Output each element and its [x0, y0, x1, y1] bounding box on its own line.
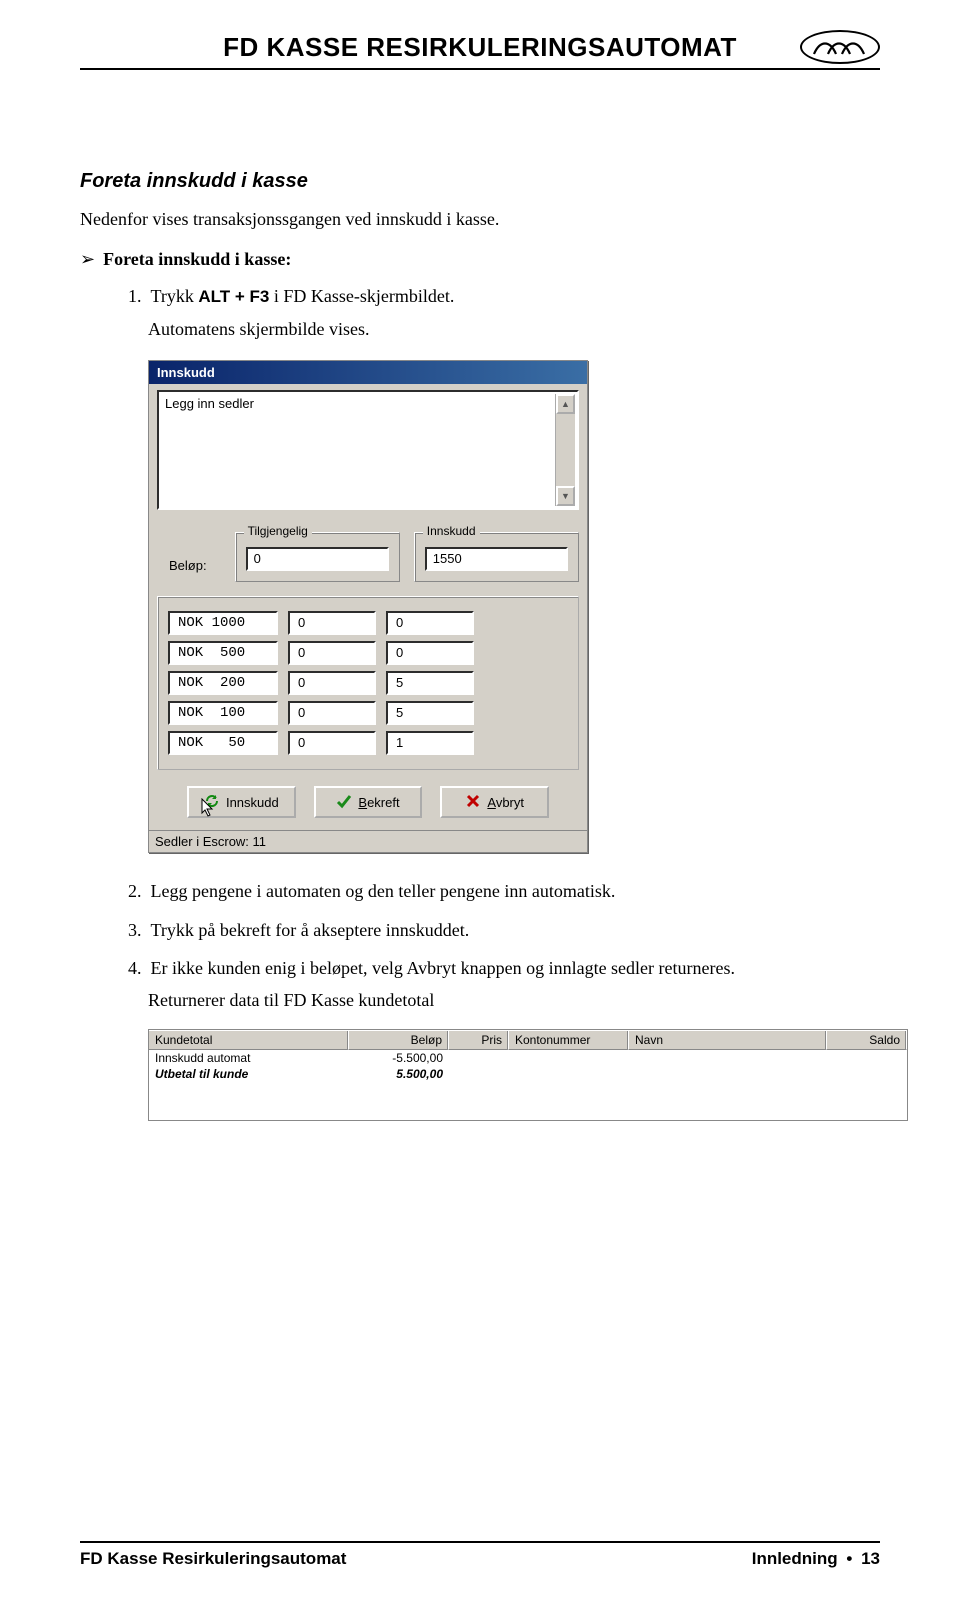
cell-desc: Innskudd automat — [149, 1051, 349, 1065]
step4-text: Er ikke kunden enig i beløpet, velg Avbr… — [151, 958, 736, 978]
footer-section: Innledning — [752, 1549, 838, 1568]
step1-sub: Automatens skjermbilde vises. — [80, 319, 880, 340]
denom-row: NOK 1000 0 0 — [168, 611, 568, 635]
bullet-icon: • — [846, 1549, 852, 1568]
step1-key: ALT + F3 — [198, 287, 269, 306]
denom-label: NOK 100 — [168, 701, 278, 725]
cell-amount: -5.500,00 — [349, 1051, 449, 1065]
denom-label: NOK 1000 — [168, 611, 278, 635]
refresh-icon — [204, 793, 220, 812]
denom-dep[interactable]: 5 — [386, 701, 474, 725]
step4-sub: Returnerer data til FD Kasse kundetotal — [80, 990, 880, 1011]
scrollbar[interactable]: ▲ ▼ — [555, 394, 575, 506]
textarea-content: Legg inn sedler — [165, 396, 254, 411]
step1-post: i FD Kasse-skjermbildet. — [269, 286, 454, 306]
denom-row: NOK 500 0 0 — [168, 641, 568, 665]
denom-dep[interactable]: 1 — [386, 731, 474, 755]
footer-left: FD Kasse Resirkuleringsautomat — [80, 1549, 346, 1569]
cell-desc: Utbetal til kunde — [149, 1067, 349, 1081]
bekreft-button-label: Bekreft — [358, 795, 399, 810]
footer-right: Innledning • 13 — [752, 1549, 880, 1569]
scroll-down-icon[interactable]: ▼ — [556, 486, 575, 506]
scroll-up-icon[interactable]: ▲ — [556, 394, 575, 414]
innskudd-button[interactable]: Innskudd — [187, 786, 296, 818]
denom-avail[interactable]: 0 — [288, 641, 376, 665]
table-header-row: Kundetotal Beløp Pris Kontonummer Navn S… — [149, 1030, 907, 1050]
innskudd-button-label: Innskudd — [226, 795, 279, 810]
fieldset-tilgjengelig-label: Tilgjengelig — [244, 524, 312, 538]
denom-avail[interactable]: 0 — [288, 731, 376, 755]
page-header: FD KASSE RESIRKULERINGSAUTOMAT — [80, 30, 880, 70]
avbryt-button[interactable]: Avbryt — [440, 786, 549, 818]
status-bar: Sedler i Escrow: 11 — [149, 830, 587, 852]
step-3: 3. Trykk på bekreft for å akseptere inns… — [80, 918, 880, 942]
dialog-titlebar: Innskudd — [149, 361, 587, 384]
step1-pre: Trykk — [151, 286, 199, 306]
denom-label: NOK 50 — [168, 731, 278, 755]
innskudd-field[interactable]: 1550 — [425, 547, 568, 571]
kundetotal-table: Kundetotal Beløp Pris Kontonummer Navn S… — [148, 1029, 908, 1121]
page-footer: FD Kasse Resirkuleringsautomat Innlednin… — [80, 1541, 880, 1569]
table-row: Innskudd automat -5.500,00 — [149, 1050, 907, 1066]
step-1: 1. Trykk ALT + F3 i FD Kasse-skjermbilde… — [80, 284, 880, 309]
table-row: Utbetal til kunde 5.500,00 — [149, 1066, 907, 1082]
denom-label: NOK 500 — [168, 641, 278, 665]
bekreft-button[interactable]: Bekreft — [314, 786, 423, 818]
bullet-row: ➢ Foreta innskudd i kasse: — [80, 249, 880, 270]
footer-page: 13 — [861, 1549, 880, 1568]
step-2: 2. Legg pengene i automaten og den telle… — [80, 879, 880, 903]
col-kundetotal[interactable]: Kundetotal — [149, 1030, 349, 1050]
col-navn[interactable]: Navn — [629, 1030, 827, 1050]
check-icon — [336, 793, 352, 812]
denom-avail[interactable]: 0 — [288, 671, 376, 695]
cell — [629, 1051, 827, 1065]
denom-row: NOK 100 0 5 — [168, 701, 568, 725]
bullet-text: Foreta innskudd i kasse: — [103, 249, 291, 270]
avbryt-button-label: Avbryt — [487, 795, 524, 810]
col-saldo[interactable]: Saldo — [827, 1030, 907, 1050]
innskudd-dialog: Innskudd Legg inn sedler ▲ ▼ Beløp: Tilg… — [148, 360, 588, 853]
denom-avail[interactable]: 0 — [288, 611, 376, 635]
intro-text: Nedenfor vises transaksjonssgangen ved i… — [80, 207, 880, 231]
brand-logo — [800, 30, 880, 64]
denomination-group: NOK 1000 0 0 NOK 500 0 0 NOK 200 0 5 NOK… — [157, 596, 579, 770]
step3-text: Trykk på bekreft for å akseptere innskud… — [151, 920, 470, 940]
message-textarea[interactable]: Legg inn sedler ▲ ▼ — [157, 390, 579, 510]
col-pris[interactable]: Pris — [449, 1030, 509, 1050]
step2-text: Legg pengene i automaten og den teller p… — [151, 881, 616, 901]
denom-row: NOK 200 0 5 — [168, 671, 568, 695]
cell — [509, 1051, 629, 1065]
cell — [827, 1067, 907, 1081]
section-heading: Foreta innskudd i kasse — [80, 170, 880, 193]
arrow-icon: ➢ — [80, 249, 95, 270]
fieldset-innskudd-label: Innskudd — [423, 524, 480, 538]
col-belop[interactable]: Beløp — [349, 1030, 449, 1050]
belop-label: Beløp: — [169, 532, 207, 573]
denom-dep[interactable]: 0 — [386, 641, 474, 665]
cell — [629, 1067, 827, 1081]
cell — [449, 1051, 509, 1065]
step-4: 4. Er ikke kunden enig i beløpet, velg A… — [80, 956, 880, 980]
cell — [449, 1067, 509, 1081]
cell — [827, 1051, 907, 1065]
denom-row: NOK 50 0 1 — [168, 731, 568, 755]
denom-dep[interactable]: 5 — [386, 671, 474, 695]
col-kontonummer[interactable]: Kontonummer — [509, 1030, 629, 1050]
denom-dep[interactable]: 0 — [386, 611, 474, 635]
cell — [509, 1067, 629, 1081]
denom-avail[interactable]: 0 — [288, 701, 376, 725]
cross-icon — [465, 793, 481, 812]
header-title: FD KASSE RESIRKULERINGSAUTOMAT — [160, 32, 800, 63]
tilgjengelig-field[interactable]: 0 — [246, 547, 389, 571]
denom-label: NOK 200 — [168, 671, 278, 695]
cell-amount: 5.500,00 — [349, 1067, 449, 1081]
